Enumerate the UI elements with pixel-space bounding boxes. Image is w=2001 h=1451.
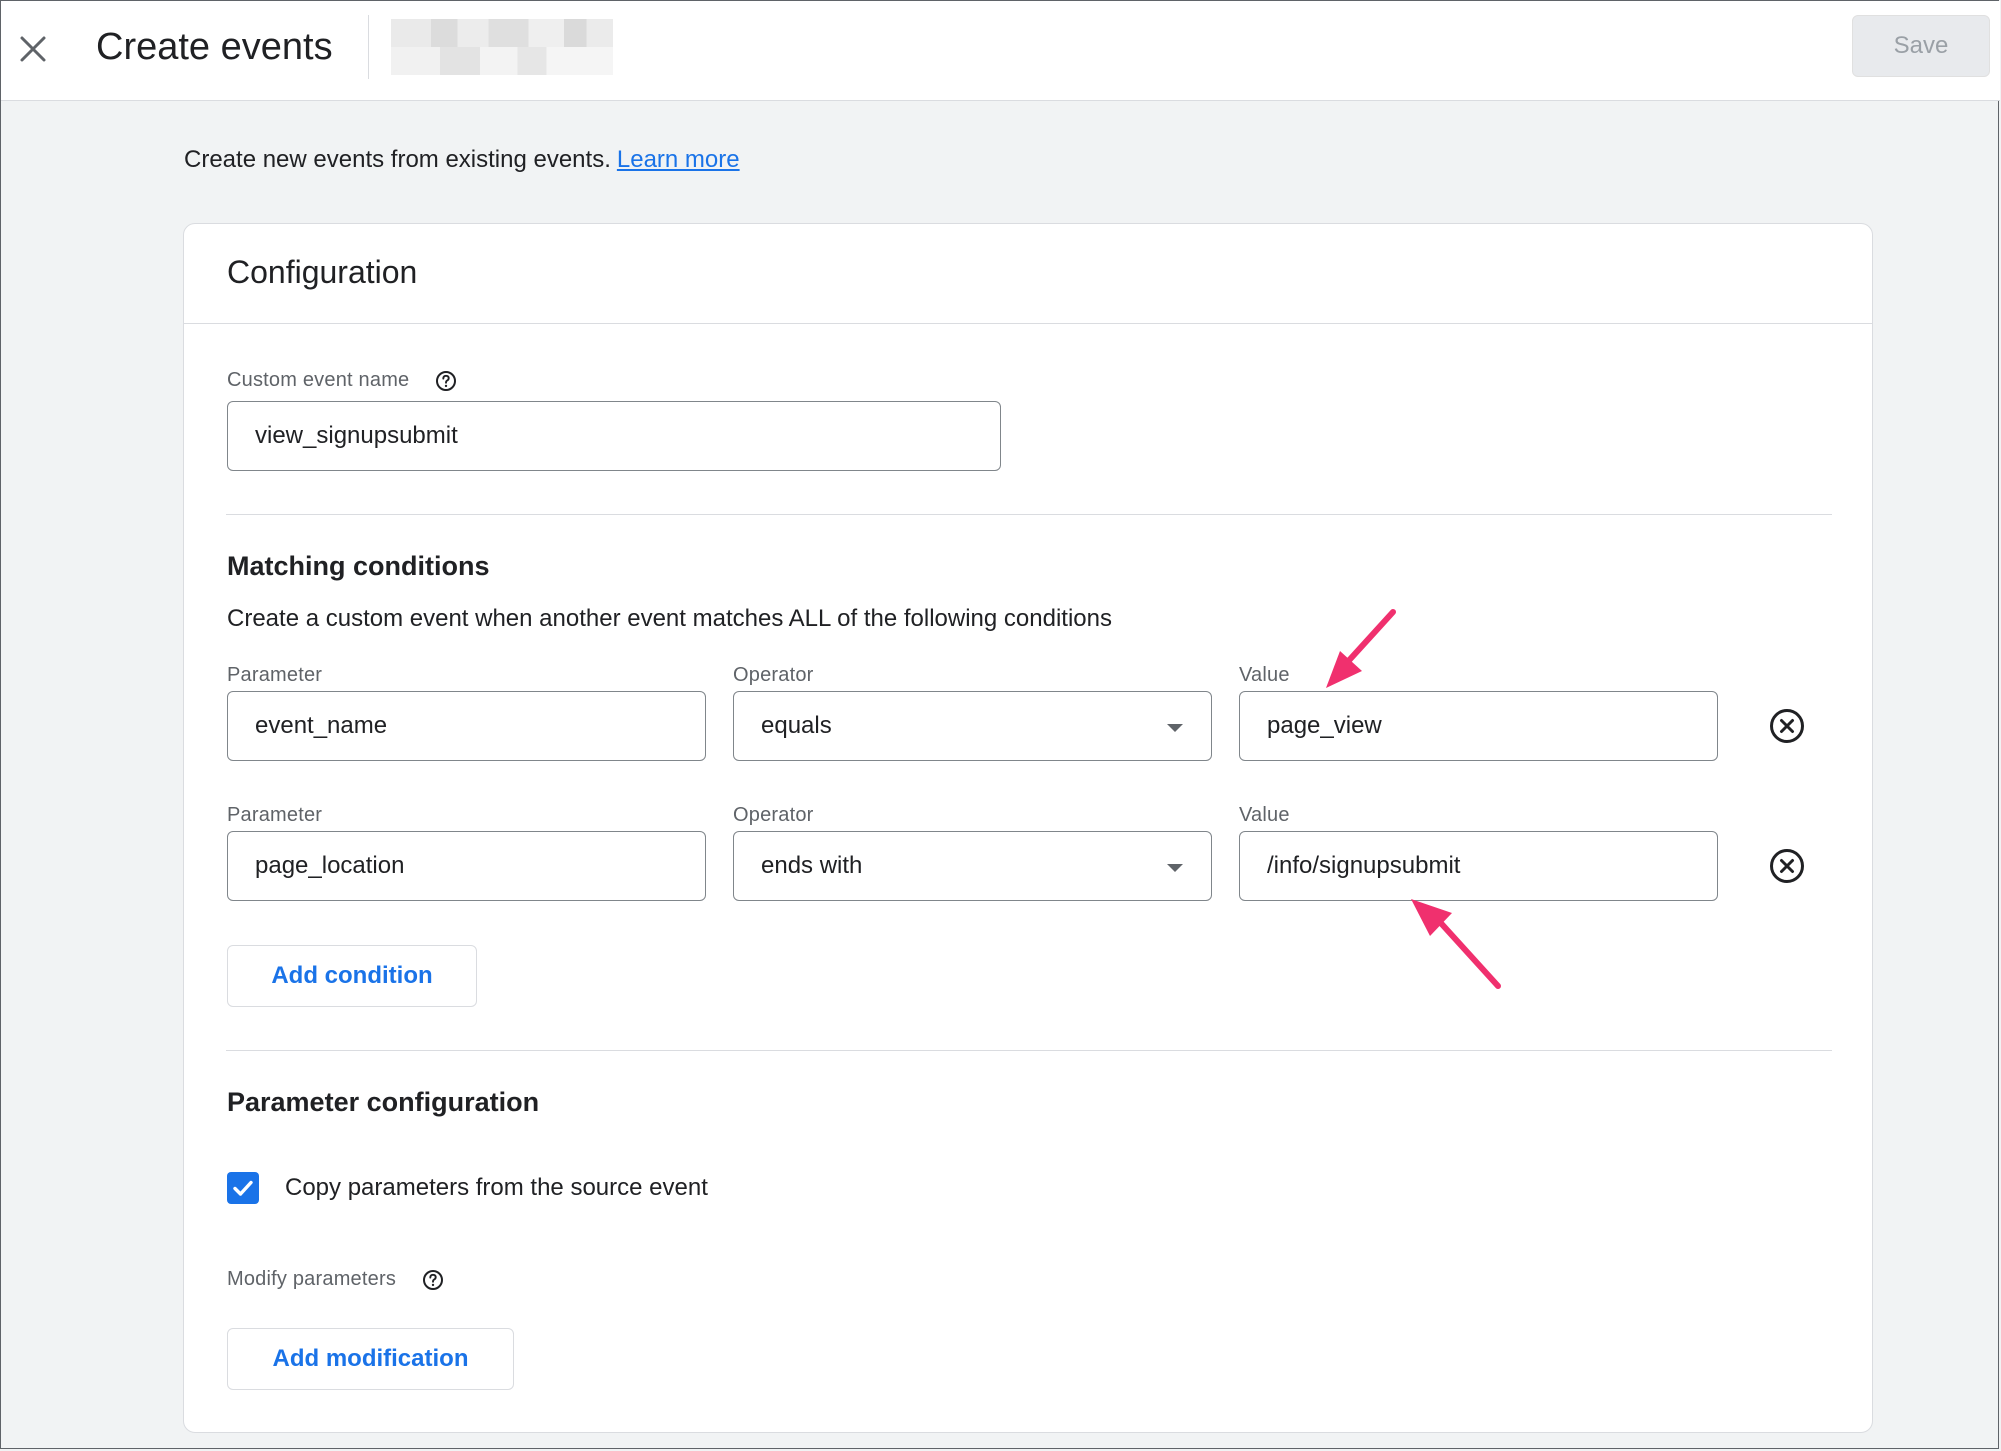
close-icon	[20, 36, 46, 62]
operator-selected-value: equals	[761, 712, 832, 739]
divider	[226, 514, 1832, 515]
title-divider	[368, 15, 369, 79]
close-button[interactable]	[13, 25, 53, 73]
matching-conditions-description: Create a custom event when another event…	[227, 605, 1112, 632]
remove-circle-icon[interactable]	[1767, 706, 1807, 746]
divider	[226, 1050, 1832, 1051]
help-icon[interactable]	[435, 370, 457, 392]
checkmark-icon	[233, 1180, 253, 1196]
redacted-property-name	[391, 19, 613, 75]
operator-select[interactable]: equals	[733, 691, 1212, 761]
configuration-card: Configuration Custom event name view_sig…	[183, 223, 1873, 1433]
top-app-bar: Create events Save	[1, 1, 2000, 101]
copy-parameters-checkbox[interactable]	[227, 1172, 259, 1204]
custom-event-name-input[interactable]: view_signupsubmit	[227, 401, 1001, 471]
page-title: Create events	[96, 26, 333, 68]
modify-parameters-label: Modify parameters	[227, 1268, 397, 1290]
parameter-input[interactable]: event_name	[227, 691, 706, 761]
learn-more-link[interactable]: Learn more	[617, 146, 740, 173]
value-input[interactable]: /info/signupsubmit	[1239, 831, 1718, 901]
operator-select[interactable]: ends with	[733, 831, 1212, 901]
operator-label: Operator	[733, 664, 814, 686]
card-title: Configuration	[227, 254, 418, 290]
dropdown-arrow-icon	[1167, 724, 1183, 732]
custom-event-name-label: Custom event name	[227, 369, 410, 391]
save-button[interactable]: Save	[1852, 15, 1990, 77]
remove-circle-icon[interactable]	[1767, 846, 1807, 886]
add-modification-button[interactable]: Add modification	[227, 1328, 514, 1390]
copy-parameters-label: Copy parameters from the source event	[285, 1174, 708, 1201]
operator-label: Operator	[733, 804, 814, 826]
intro-description: Create new events from existing events.	[184, 146, 611, 173]
value-label: Value	[1239, 664, 1290, 686]
intro-text: Create new events from existing events. L…	[184, 146, 740, 174]
value-input[interactable]: page_view	[1239, 691, 1718, 761]
matching-conditions-title: Matching conditions	[227, 551, 490, 581]
dropdown-arrow-icon	[1167, 864, 1183, 872]
parameter-label: Parameter	[227, 804, 323, 826]
value-label: Value	[1239, 804, 1290, 826]
parameter-configuration-title: Parameter configuration	[227, 1087, 540, 1117]
parameter-label: Parameter	[227, 664, 323, 686]
parameter-input[interactable]: page_location	[227, 831, 706, 901]
add-condition-button[interactable]: Add condition	[227, 945, 477, 1007]
operator-selected-value: ends with	[761, 852, 863, 879]
card-header: Configuration	[184, 224, 1872, 324]
help-icon[interactable]	[422, 1269, 444, 1291]
